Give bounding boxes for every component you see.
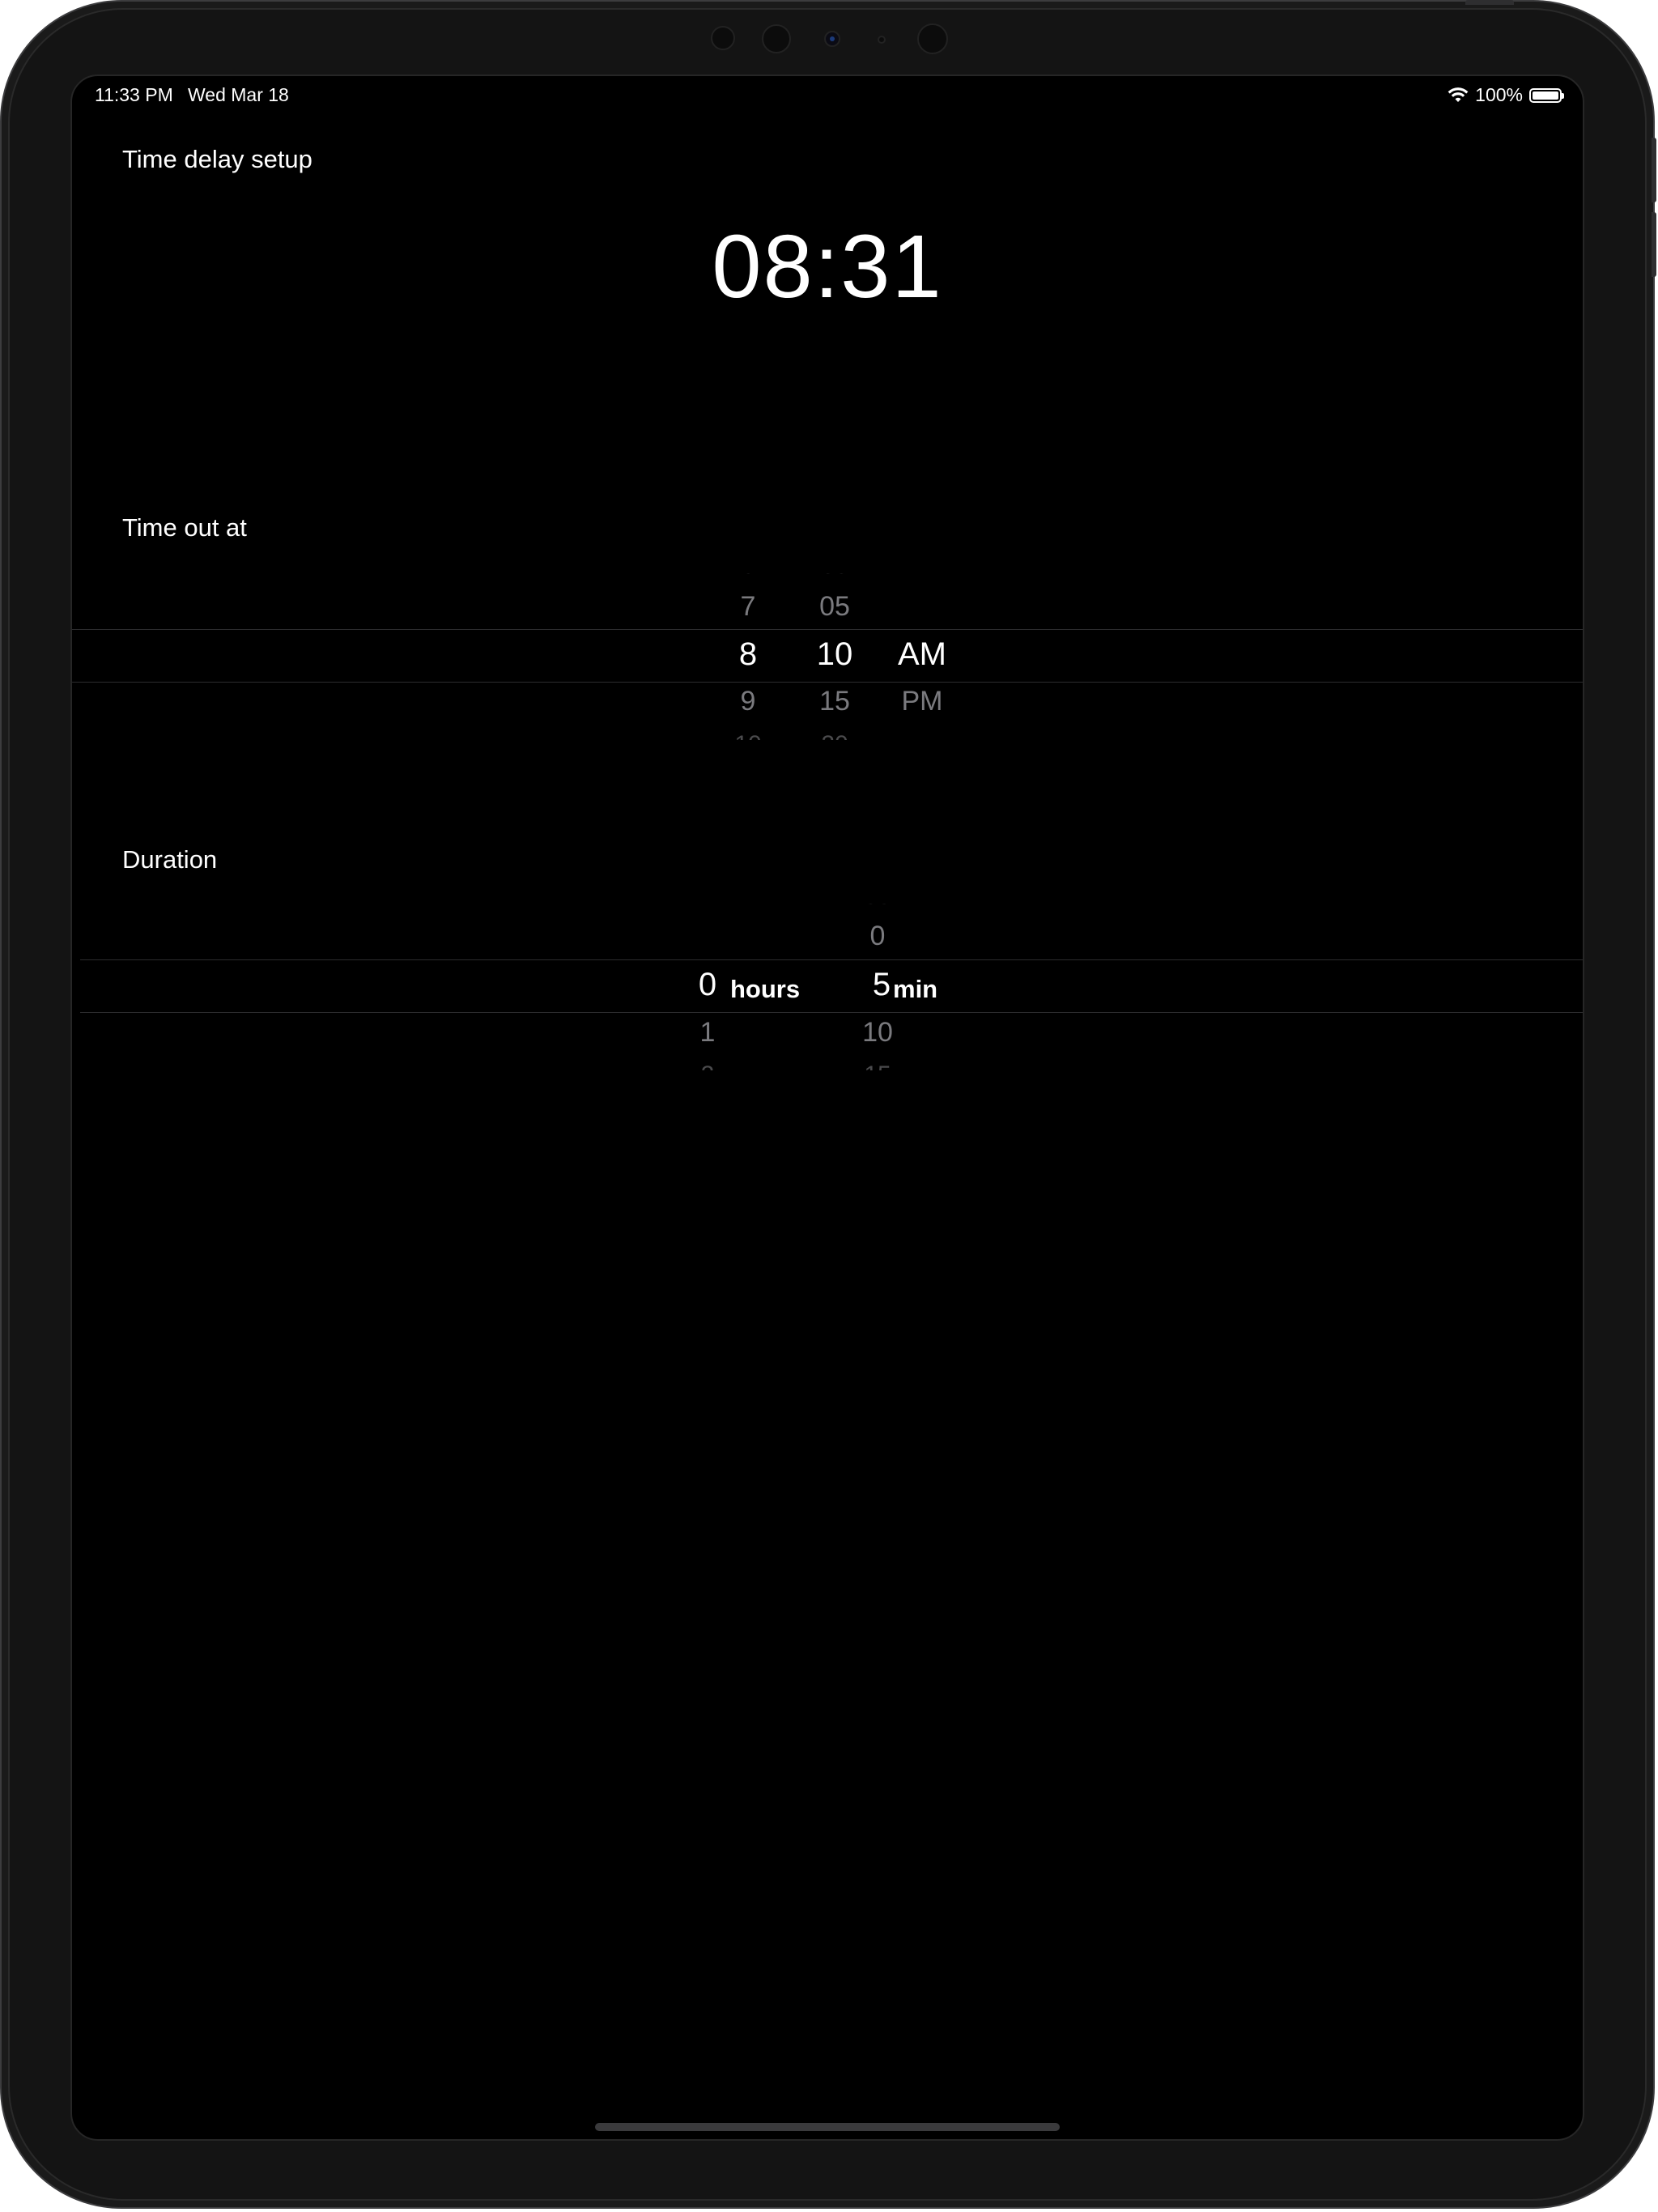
battery-icon — [1529, 87, 1564, 103]
sensor-icon — [711, 26, 735, 50]
picker-meridiem-below[interactable]: PM — [882, 686, 963, 717]
duration-picker-selection-band — [80, 959, 1583, 1013]
volume-up-button — [1652, 138, 1656, 202]
status-indicators: 100% — [1448, 84, 1564, 106]
picker-minutes-partial-below[interactable]: 15 — [841, 1059, 914, 1070]
picker-hours-partial-below[interactable]: 2 — [687, 1059, 728, 1070]
picker-minute-above[interactable]: 05 — [798, 591, 871, 623]
picker-hour-partial-above[interactable]: 6 — [720, 573, 776, 585]
picker-minutes-below[interactable]: 10 — [841, 1017, 914, 1049]
delay-clock: 08:31 — [712, 217, 943, 317]
battery-fill — [1533, 91, 1558, 100]
volume-down-button — [1652, 212, 1656, 277]
battery-percent: 100% — [1475, 84, 1523, 105]
screen: 11:33 PM Wed Mar 18 100% Time delay setu… — [70, 74, 1584, 2141]
hours-unit-label: hours — [730, 975, 801, 1003]
picker-minute-below[interactable]: 15 — [798, 686, 871, 717]
picker-hours-below[interactable]: 1 — [687, 1017, 728, 1049]
picker-minute-selected[interactable]: 10 — [798, 636, 871, 673]
picker-minute-partial-below[interactable]: 20 — [798, 729, 871, 740]
status-date: Wed Mar 18 — [188, 84, 289, 105]
sensor-icon — [762, 24, 791, 53]
time-out-label: Time out at — [122, 513, 247, 542]
duration-label: Duration — [122, 845, 218, 874]
top-button — [1465, 0, 1514, 5]
picker-meridiem-selected[interactable]: AM — [882, 636, 963, 673]
picker-minutes-partial-above[interactable]: 55 — [841, 904, 914, 915]
picker-minutes-above[interactable]: 0 — [841, 921, 914, 952]
sensor-icon — [878, 36, 886, 44]
picker-hour-above[interactable]: 7 — [720, 591, 776, 623]
sensor-icon — [917, 23, 948, 54]
picker-hour-partial-below[interactable]: 10 — [720, 729, 776, 740]
front-camera-icon — [824, 31, 840, 47]
time-delay-title: Time delay setup — [122, 145, 312, 173]
picker-hours-selected[interactable]: 0 — [687, 967, 728, 1003]
min-unit-label: min — [893, 975, 938, 1003]
wifi-icon — [1448, 87, 1469, 102]
picker-minute-partial-above[interactable]: 00 — [798, 573, 871, 585]
home-indicator[interactable] — [595, 2123, 1060, 2131]
status-time: 11:33 PM — [95, 84, 173, 105]
status-bar: 11:33 PM Wed Mar 18 100% — [72, 76, 1583, 117]
picker-hour-below[interactable]: 9 — [720, 686, 776, 717]
picker-hour-selected[interactable]: 8 — [720, 636, 776, 673]
